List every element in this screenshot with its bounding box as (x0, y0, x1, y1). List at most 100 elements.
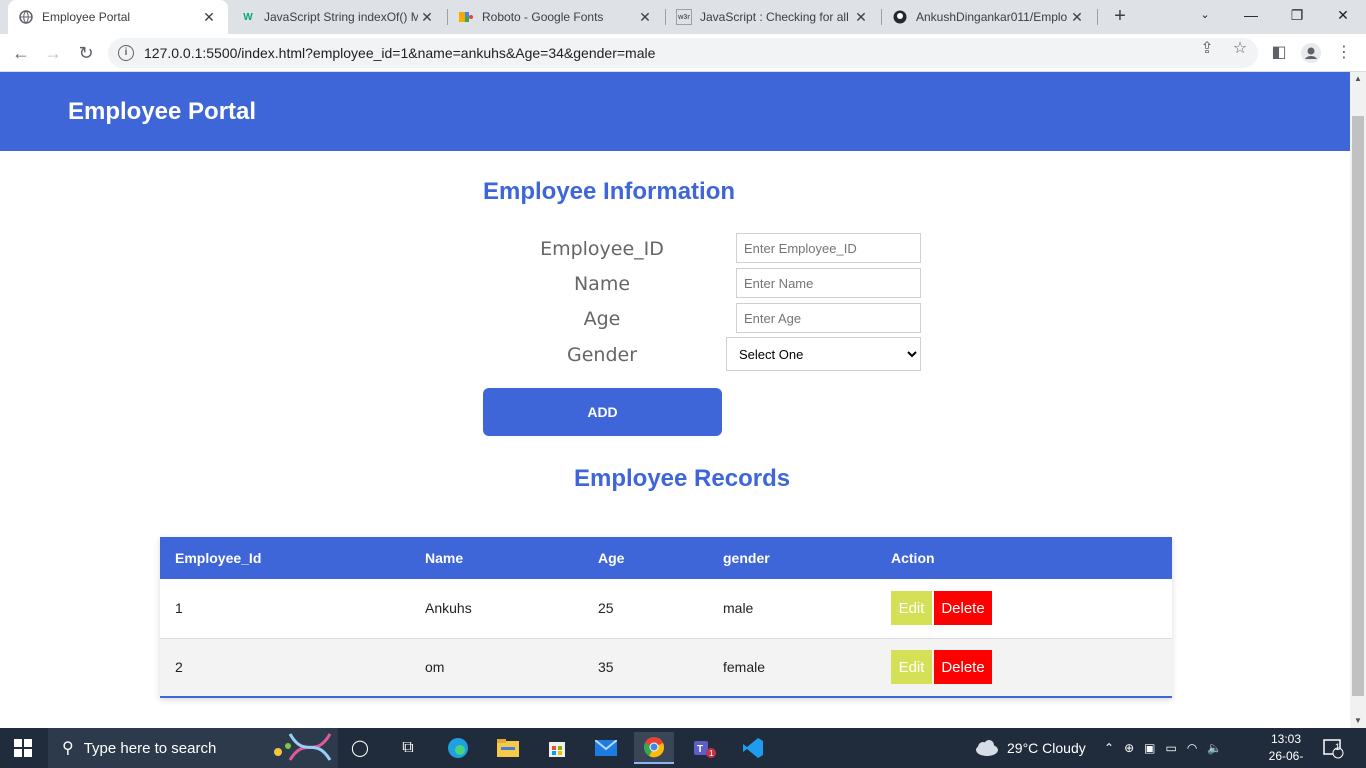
column-header-action: Action (891, 550, 935, 566)
chrome-icon[interactable] (634, 732, 674, 764)
gender-select[interactable]: Select One (726, 337, 921, 371)
taskbar-search-placeholder: Type here to search (83, 739, 217, 757)
close-tab-icon[interactable]: ✕ (200, 9, 218, 26)
microsoft-store-icon[interactable] (537, 732, 577, 764)
minimize-button[interactable]: — (1228, 0, 1274, 30)
age-input[interactable] (736, 303, 921, 333)
profile-avatar-icon[interactable] (1298, 40, 1324, 66)
close-tab-icon[interactable]: ✕ (1068, 9, 1086, 26)
name-label: Name (573, 273, 631, 295)
side-panel-icon[interactable]: ◧ (1266, 40, 1292, 66)
notification-count: 1 (1335, 742, 1341, 752)
scrollbar-thumb[interactable] (1352, 116, 1364, 696)
weather-text: 29°C Cloudy (1007, 740, 1086, 756)
close-tab-icon[interactable]: ✕ (636, 9, 654, 26)
gender-label: Gender (566, 344, 638, 366)
tray-chevron-up-icon[interactable]: ⌃ (1104, 741, 1114, 755)
add-button[interactable]: ADD (483, 388, 722, 436)
page-header: Employee Portal (0, 72, 1350, 151)
reload-icon[interactable]: ↻ (73, 40, 99, 66)
cell-name: Ankuhs (425, 600, 472, 617)
tab-title: JavaScript String indexOf() M (264, 10, 418, 24)
employee-id-label: Employee_ID (540, 238, 664, 260)
tab-w3-indexof[interactable]: W JavaScript String indexOf() M ✕ (230, 0, 446, 34)
scroll-up-arrow-icon[interactable]: ▲ (1350, 72, 1366, 86)
close-window-button[interactable]: ✕ (1320, 0, 1366, 30)
scroll-down-arrow-icon[interactable]: ▼ (1350, 714, 1366, 728)
clock-time: 13:03 (1270, 732, 1302, 746)
url-text: 127.0.0.1:5500/index.html?employee_id=1&… (144, 45, 656, 61)
tab-title: Roboto - Google Fonts (482, 10, 604, 24)
system-tray: ⌃ ⊕ ▣ ▭ ◠ 🔈 (1104, 728, 1222, 768)
google-fonts-icon (458, 9, 474, 25)
tray-app-icon[interactable]: ⊕ (1124, 741, 1134, 755)
close-tab-icon[interactable]: ✕ (852, 9, 870, 26)
search-highlight-dna-icon (270, 730, 334, 766)
cell-age: 35 (598, 659, 614, 676)
file-explorer-icon[interactable] (488, 732, 528, 764)
tray-monitor-icon[interactable]: ▣ (1144, 741, 1155, 755)
vscode-icon[interactable] (733, 732, 773, 764)
edit-button[interactable]: Edit (891, 591, 932, 626)
volume-icon[interactable]: 🔈 (1207, 741, 1222, 755)
windows-taskbar: ⚲ Type here to search ◯ ⧉ T1 29°C Cloudy… (0, 728, 1366, 768)
tab-employee-portal[interactable]: Employee Portal ✕ (8, 0, 228, 34)
tab-title: Employee Portal (42, 10, 131, 24)
browser-tab-strip: Employee Portal ✕ W JavaScript String in… (0, 0, 1366, 34)
menu-kebab-icon[interactable]: ⋮ (1331, 40, 1357, 66)
teams-icon[interactable]: T1 (684, 732, 724, 764)
wifi-icon[interactable]: ◠ (1187, 741, 1197, 755)
employee-records-table: Employee_Id Name Age gender Action 1 Ank… (160, 537, 1172, 698)
table-header-row: Employee_Id Name Age gender Action (160, 537, 1172, 579)
clock-date: 26-06-2023 (1268, 749, 1304, 768)
w3-icon: W (243, 11, 253, 23)
page-scrollbar[interactable]: ▲ ▼ (1350, 72, 1366, 728)
close-tab-icon[interactable]: ✕ (418, 9, 436, 26)
back-arrow-icon[interactable]: ← (8, 40, 34, 66)
table-row: 1 Ankuhs 25 male Edit Delete (160, 579, 1172, 638)
tab-separator (1097, 9, 1098, 25)
site-info-icon[interactable]: i (118, 45, 134, 61)
windows-start-icon[interactable] (14, 739, 32, 757)
battery-icon[interactable]: ▭ (1165, 741, 1176, 755)
edit-button[interactable]: Edit (891, 650, 932, 685)
tab-title: JavaScript : Checking for all l (700, 10, 852, 24)
new-tab-button[interactable]: + (1108, 4, 1132, 28)
share-icon[interactable]: ⇪ (1194, 37, 1220, 61)
tab-search-chevron-icon[interactable]: ⌄ (1182, 0, 1228, 30)
cortana-icon[interactable]: ◯ (340, 732, 380, 764)
name-input[interactable] (736, 268, 921, 298)
page-title: Employee Portal (68, 97, 257, 125)
github-icon (892, 9, 908, 25)
forward-arrow-icon[interactable]: → (40, 40, 66, 66)
employee-id-input[interactable] (736, 233, 921, 263)
mail-icon[interactable] (586, 732, 626, 764)
address-bar[interactable]: i 127.0.0.1:5500/index.html?employee_id=… (108, 38, 1258, 68)
delete-button[interactable]: Delete (934, 591, 992, 626)
cell-employee-id: 2 (175, 659, 183, 676)
browser-toolbar: ← → ↻ i 127.0.0.1:5500/index.html?employ… (0, 34, 1366, 72)
tab-w3resource[interactable]: w3r JavaScript : Checking for all l ✕ (666, 0, 880, 34)
tab-google-fonts[interactable]: Roboto - Google Fonts ✕ (448, 0, 664, 34)
taskbar-clock[interactable]: 13:03 26-06-2023 (1256, 731, 1316, 768)
taskbar-search-box[interactable]: ⚲ Type here to search (48, 728, 338, 768)
weather-widget[interactable]: 29°C Cloudy (973, 728, 1086, 768)
bookmark-star-icon[interactable]: ☆ (1227, 37, 1253, 61)
cell-name: om (425, 659, 445, 676)
w3r-icon: w3r (676, 9, 692, 25)
globe-icon (18, 9, 34, 25)
tab-title: AnkushDingankar011/Emplo (916, 10, 1068, 24)
edge-icon[interactable] (438, 732, 478, 764)
employee-info-heading: Employee Information (483, 178, 736, 205)
page-viewport: Employee Portal Employee Information Emp… (0, 72, 1350, 728)
tab-github[interactable]: AnkushDingankar011/Emplo ✕ (882, 0, 1096, 34)
cell-gender: female (723, 659, 766, 676)
restore-button[interactable]: ❐ (1274, 0, 1320, 30)
task-view-icon[interactable]: ⧉ (388, 732, 428, 764)
column-header-employee-id: Employee_Id (175, 550, 262, 566)
cell-employee-id: 1 (175, 600, 183, 617)
cell-action: Edit Delete (876, 579, 1172, 638)
delete-button[interactable]: Delete (934, 650, 992, 685)
cell-age: 25 (598, 600, 614, 617)
notification-center-icon[interactable]: 1 (1322, 728, 1344, 768)
